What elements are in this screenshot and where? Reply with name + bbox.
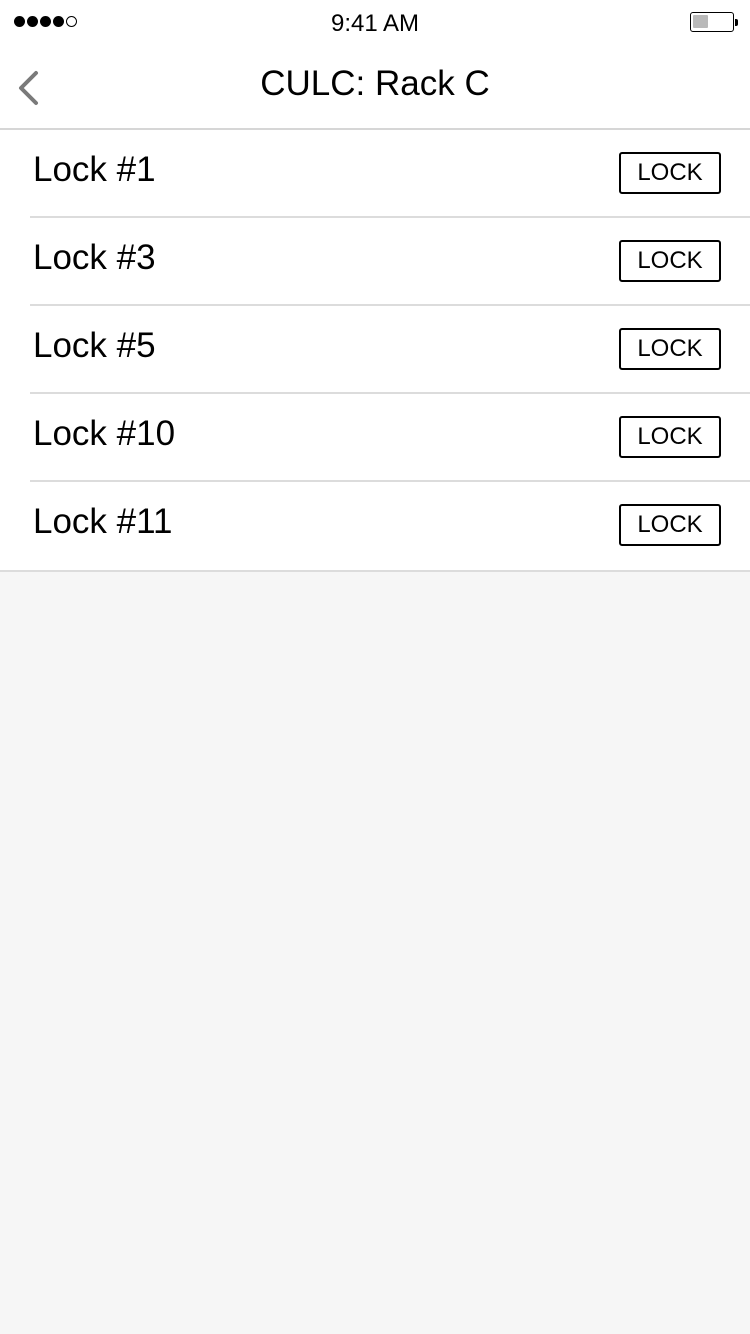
lock-label: Lock #3 xyxy=(33,238,156,277)
battery-icon xyxy=(690,12,738,32)
list-item: Lock #3 LOCK xyxy=(0,218,750,306)
lock-label: Lock #5 xyxy=(33,326,156,365)
lock-label: Lock #11 xyxy=(33,502,173,541)
lock-button[interactable]: LOCK xyxy=(619,504,721,546)
lock-button[interactable]: LOCK xyxy=(619,152,721,194)
lock-label: Lock #1 xyxy=(33,150,156,189)
lock-label: Lock #10 xyxy=(33,414,176,453)
status-time: 9:41 AM xyxy=(330,10,420,37)
list-item: Lock #10 LOCK xyxy=(0,394,750,482)
lock-button[interactable]: LOCK xyxy=(619,240,721,282)
list-item: Lock #5 LOCK xyxy=(0,306,750,394)
battery-fill xyxy=(693,15,708,28)
lock-list: Lock #1 LOCK Lock #3 LOCK Lock #5 LOCK L… xyxy=(0,130,750,572)
list-item: Lock #1 LOCK xyxy=(0,130,750,218)
status-bar: 9:41 AM xyxy=(0,0,750,50)
page-title: CULC: Rack C xyxy=(260,64,490,103)
list-item: Lock #11 LOCK xyxy=(0,482,750,570)
lock-button[interactable]: LOCK xyxy=(619,328,721,370)
lock-button[interactable]: LOCK xyxy=(619,416,721,458)
battery-terminal xyxy=(735,19,738,26)
navigation-bar: CULC: Rack C xyxy=(0,50,750,130)
